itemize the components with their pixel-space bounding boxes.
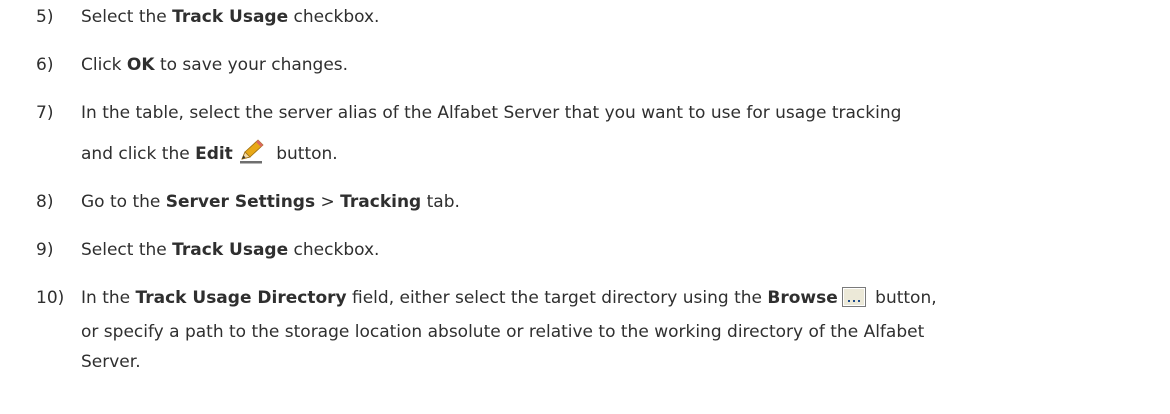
bold-term: Server Settings <box>165 192 316 212</box>
bold-term: Track Usage <box>172 240 289 260</box>
step-text: Select the Track Usage checkbox. <box>81 7 380 27</box>
bold-term: OK <box>126 55 155 75</box>
step-text: Select the Track Usage checkbox. <box>81 240 380 260</box>
step-number: 8) <box>36 192 54 212</box>
step-number: 6) <box>36 55 54 75</box>
browse-ellipsis-icon <box>841 287 866 317</box>
bold-term: Tracking <box>340 192 422 212</box>
bold-term: Browse <box>767 288 838 308</box>
step-text: Click OK to save your changes. <box>81 55 349 75</box>
step-text: In the Track Usage Directory field, eith… <box>81 287 937 372</box>
bold-term: Edit <box>195 144 233 164</box>
step-number: 5) <box>36 7 54 27</box>
bold-term: Track Usage Directory <box>135 288 347 308</box>
step-number: 10) <box>36 288 65 308</box>
step-text: Go to the Server Settings > Tracking tab… <box>81 192 460 212</box>
bold-term: Track Usage <box>172 7 289 27</box>
step-number: 7) <box>36 103 54 123</box>
step-number: 9) <box>36 240 54 260</box>
pencil-icon <box>239 139 265 175</box>
step-text: In the table, select the server alias of… <box>81 98 1146 175</box>
